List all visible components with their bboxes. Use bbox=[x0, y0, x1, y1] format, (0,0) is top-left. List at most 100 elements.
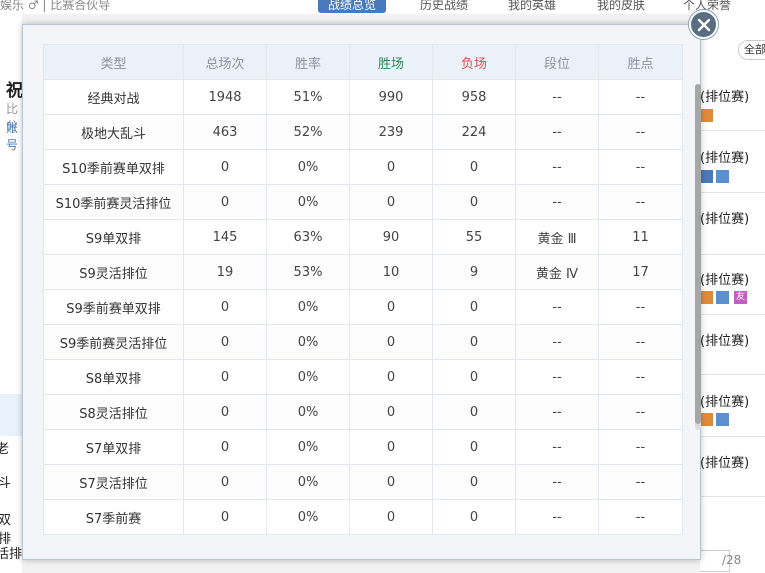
cell-tier: -- bbox=[515, 324, 599, 360]
cell-losses: 0 bbox=[432, 324, 516, 360]
image-badge-icon bbox=[716, 413, 729, 426]
cell-wins: 0 bbox=[349, 499, 433, 535]
tab-overview[interactable]: 战绩总览 bbox=[318, 0, 387, 13]
cell-total: 463 bbox=[183, 114, 267, 150]
tab-my-heroes[interactable]: 我的英雄 bbox=[508, 0, 556, 13]
cell-winrate: 0% bbox=[266, 324, 350, 360]
cell-lp: -- bbox=[598, 429, 683, 465]
stats-table: 类型 总场次 胜率 胜场 负场 段位 胜点 经典对战 1948 51% 990 958-… bbox=[43, 44, 683, 535]
cell-losses: 0 bbox=[432, 464, 516, 500]
cell-type: S8单双排 bbox=[43, 359, 184, 395]
item-badge-icon bbox=[700, 109, 713, 122]
cell-lp: -- bbox=[598, 359, 683, 395]
cell-wins: 0 bbox=[349, 464, 433, 500]
header-type: 类型 bbox=[43, 44, 184, 80]
header-lp: 胜点 bbox=[598, 44, 683, 80]
cell-wins: 0 bbox=[349, 184, 433, 220]
cell-type: S9季前赛灵活排位 bbox=[43, 324, 184, 360]
cell-type: S9灵活排位 bbox=[43, 254, 184, 290]
table-row: 经典对战 1948 51% 990 958 -- -- bbox=[43, 79, 683, 115]
cell-winrate: 0% bbox=[266, 359, 350, 395]
cell-wins: 0 bbox=[349, 324, 433, 360]
cell-total: 0 bbox=[183, 394, 267, 430]
header-total: 总场次 bbox=[183, 44, 267, 80]
cell-winrate: 0% bbox=[266, 149, 350, 185]
left-list-item[interactable]: 活排 bbox=[0, 543, 22, 562]
cell-total: 0 bbox=[183, 499, 267, 535]
cell-wins: 0 bbox=[349, 394, 433, 430]
cell-type: 经典对战 bbox=[43, 79, 184, 115]
cell-type: S9单双排 bbox=[43, 219, 184, 255]
cell-tier: 黄金 Ⅳ bbox=[515, 254, 599, 290]
divider bbox=[700, 374, 765, 375]
left-list-item[interactable]: 斗 bbox=[0, 472, 11, 491]
scrollbar-thumb[interactable] bbox=[695, 84, 701, 424]
header-losses: 负场 bbox=[432, 44, 516, 80]
cell-total: 19 bbox=[183, 254, 267, 290]
cell-type: 极地大乱斗 bbox=[43, 114, 184, 150]
filter-all-button[interactable]: 全部 bbox=[738, 40, 765, 60]
image-badge-icon bbox=[716, 170, 729, 183]
cell-tier: -- bbox=[515, 184, 599, 220]
cell-lp: -- bbox=[598, 499, 683, 535]
image-badge-icon bbox=[716, 291, 729, 304]
header-wins: 胜场 bbox=[349, 44, 433, 80]
cell-wins: 0 bbox=[349, 149, 433, 185]
cell-winrate: 63% bbox=[266, 219, 350, 255]
divider bbox=[700, 314, 765, 315]
cell-tier: -- bbox=[515, 289, 599, 325]
cell-lp: -- bbox=[598, 114, 683, 150]
table-row: S10季前赛单双排 0 0% 0 0 -- -- bbox=[43, 149, 683, 185]
cell-wins: 0 bbox=[349, 359, 433, 395]
cell-winrate: 0% bbox=[266, 464, 350, 500]
tab-my-skins[interactable]: 我的皮肤 bbox=[597, 0, 645, 13]
cell-wins: 90 bbox=[349, 219, 433, 255]
cell-tier: -- bbox=[515, 114, 599, 150]
cell-lp: -- bbox=[598, 289, 683, 325]
cell-losses: 0 bbox=[432, 289, 516, 325]
cell-losses: 0 bbox=[432, 184, 516, 220]
cell-type: S9季前赛单双排 bbox=[43, 289, 184, 325]
cell-lp: 11 bbox=[598, 219, 683, 255]
cell-tier: -- bbox=[515, 464, 599, 500]
divider bbox=[700, 496, 765, 497]
left-list-item[interactable]: 老 bbox=[0, 438, 9, 457]
cell-losses: 0 bbox=[432, 499, 516, 535]
cell-winrate: 0% bbox=[266, 394, 350, 430]
cell-winrate: 0% bbox=[266, 289, 350, 325]
cell-lp: -- bbox=[598, 324, 683, 360]
item-badge-icon bbox=[700, 170, 713, 183]
background-left-panel: 祝 比分 账号 老 斗 双排 活排 bbox=[0, 14, 22, 573]
cell-total: 145 bbox=[183, 219, 267, 255]
modal-scrollbar[interactable] bbox=[695, 84, 701, 430]
cell-losses: 224 bbox=[432, 114, 516, 150]
cell-wins: 0 bbox=[349, 289, 433, 325]
table-body: 经典对战 1948 51% 990 958 -- -- 极地大乱斗 463 52% 239 224 --… bbox=[43, 79, 683, 535]
cell-type: S10季前赛灵活排位 bbox=[43, 184, 184, 220]
cell-lp: -- bbox=[598, 394, 683, 430]
cell-total: 0 bbox=[183, 184, 267, 220]
cell-wins: 239 bbox=[349, 114, 433, 150]
match-type-label: (排位赛) bbox=[700, 273, 750, 288]
cell-lp: -- bbox=[598, 464, 683, 500]
divider bbox=[700, 436, 765, 437]
close-button[interactable] bbox=[689, 10, 718, 39]
left-list-item[interactable]: 双排 bbox=[0, 509, 22, 547]
cell-type: S8灵活排位 bbox=[43, 394, 184, 430]
account-link-fragment[interactable]: 账号 bbox=[6, 119, 22, 153]
cell-total: 0 bbox=[183, 149, 267, 185]
match-type-label: (排位赛) bbox=[700, 212, 750, 227]
table-row: S9季前赛单双排 0 0% 0 0 -- -- bbox=[43, 289, 683, 325]
cell-wins: 990 bbox=[349, 79, 433, 115]
cell-winrate: 51% bbox=[266, 79, 350, 115]
cell-total: 0 bbox=[183, 324, 267, 360]
cell-wins: 10 bbox=[349, 254, 433, 290]
cell-losses: 0 bbox=[432, 149, 516, 185]
cell-total: 0 bbox=[183, 359, 267, 395]
selected-row-highlight bbox=[0, 394, 22, 436]
match-type-label: (排位赛) bbox=[700, 334, 750, 349]
cell-tier: -- bbox=[515, 394, 599, 430]
background-top-bar: 娱乐 ♂ | 比赛合伙导 战绩总览 历史战绩 我的英雄 我的皮肤 个人荣誉 bbox=[0, 0, 765, 14]
tab-history[interactable]: 历史战绩 bbox=[420, 0, 468, 13]
match-type-label: (排位赛) bbox=[700, 90, 750, 105]
